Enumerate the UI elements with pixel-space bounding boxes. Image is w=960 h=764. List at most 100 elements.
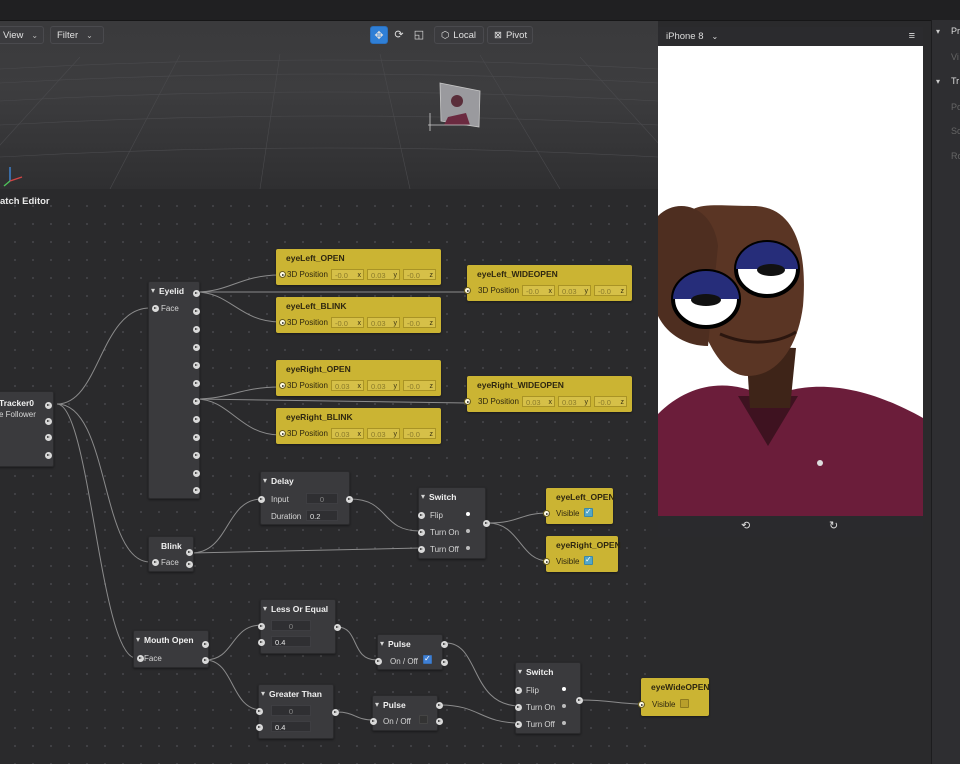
input-port[interactable] <box>279 319 286 326</box>
collapse-triangle-icon[interactable]: ▾ <box>380 639 384 648</box>
z-field[interactable]: -0.0 z <box>403 317 436 328</box>
on-off-checkbox[interactable] <box>423 654 432 664</box>
input-port[interactable] <box>370 718 377 725</box>
input-port[interactable] <box>418 529 425 536</box>
input-port[interactable] <box>152 305 159 312</box>
input-port[interactable] <box>515 687 522 694</box>
eyewideopen-visible-node[interactable]: eyeWideOPEN Visible <box>638 678 710 716</box>
y-field[interactable]: 0.03 y <box>367 317 400 328</box>
input-port[interactable] <box>279 430 286 437</box>
output-port[interactable] <box>193 398 200 405</box>
input-port[interactable] <box>279 382 286 389</box>
output-port[interactable] <box>441 641 448 648</box>
collapse-triangle-icon[interactable]: ▾ <box>136 635 140 644</box>
output-port[interactable] <box>193 308 200 315</box>
x-field[interactable]: -0.0 x <box>331 269 364 280</box>
eyeright-visible-node[interactable]: eyeRight_OPEN Visible <box>543 536 621 572</box>
input-port[interactable] <box>515 704 522 711</box>
on-off-checkbox[interactable] <box>419 715 428 724</box>
output-port[interactable] <box>193 290 200 297</box>
output-port[interactable] <box>576 697 583 704</box>
delay-input-field[interactable]: 0 <box>306 493 338 504</box>
restart-icon[interactable]: ⟲ <box>741 519 750 532</box>
less-or-equal-node[interactable]: ▾ Less Or Equal 0 0.4 <box>258 599 341 654</box>
output-port[interactable] <box>193 434 200 441</box>
output-port[interactable] <box>193 326 200 333</box>
collapse-triangle-icon[interactable]: ▾ <box>263 476 267 485</box>
filter-dropdown[interactable]: Filter ⌄ <box>50 26 104 44</box>
visible-checkbox[interactable] <box>584 507 593 517</box>
output-port[interactable] <box>436 718 443 725</box>
output-port[interactable] <box>193 362 200 369</box>
view-dropdown[interactable]: View ⌄ <box>0 26 44 44</box>
output-port[interactable] <box>193 452 200 459</box>
rotate-tool-icon[interactable]: ⟳ <box>390 26 408 44</box>
collapse-triangle-icon[interactable]: ▾ <box>375 700 379 709</box>
menu-icon[interactable]: ≡ <box>909 30 915 42</box>
operand-a-field[interactable]: 0 <box>271 620 311 631</box>
input-port[interactable] <box>464 398 471 405</box>
input-port[interactable] <box>256 724 263 731</box>
output-port[interactable] <box>483 520 490 527</box>
output-port[interactable] <box>45 452 52 459</box>
z-field[interactable]: -0.0 z <box>403 269 436 280</box>
local-toggle[interactable]: ⬡ Local <box>434 26 484 44</box>
output-port[interactable] <box>193 380 200 387</box>
greater-than-node[interactable]: ▾ Greater Than 0 0.4 <box>256 684 339 739</box>
device-selector[interactable]: iPhone 8 ⌄ <box>666 31 718 42</box>
output-port[interactable] <box>45 418 52 425</box>
collapse-triangle-icon[interactable]: ▾ <box>151 286 155 295</box>
delay-duration-field[interactable]: 0.2 <box>306 510 338 521</box>
x-field[interactable]: -0.0 x <box>522 285 555 296</box>
input-port[interactable] <box>543 510 550 517</box>
visible-checkbox[interactable] <box>680 699 689 708</box>
output-port[interactable] <box>186 561 193 568</box>
output-port[interactable] <box>346 496 353 503</box>
scene-viewport[interactable]: View ⌄ Filter ⌄ ✥ ⟳ ◱ ⬡ Local ⊠ Pivot <box>0 21 658 189</box>
collapse-triangle-icon[interactable]: ▾ <box>263 604 267 613</box>
output-port[interactable] <box>441 659 448 666</box>
y-field[interactable]: 0.03 y <box>367 380 400 391</box>
input-port[interactable] <box>152 559 159 566</box>
eyeright-open-node[interactable]: eyeRight_OPEN 3D Position 0.03 x 0.03 y -0… <box>276 360 441 396</box>
y-field[interactable]: 0.03 y <box>558 285 591 296</box>
input-port[interactable] <box>638 701 645 708</box>
input-port[interactable] <box>543 558 550 565</box>
x-field[interactable]: 0.03 x <box>331 428 364 439</box>
z-field[interactable]: -0.0 z <box>594 396 627 407</box>
output-port[interactable] <box>193 470 200 477</box>
input-port[interactable] <box>515 721 522 728</box>
eyeleft-blink-node[interactable]: eyeLeft_BLINK 3D Position -0.0 x 0.03 y -0… <box>276 297 441 333</box>
input-port[interactable] <box>279 271 286 278</box>
output-port[interactable] <box>436 702 443 709</box>
x-field[interactable]: 0.03 x <box>331 380 364 391</box>
eyeright-blink-node[interactable]: eyeRight_BLINK 3D Position 0.03 x 0.03 y -… <box>276 408 441 444</box>
input-port[interactable] <box>375 658 382 665</box>
eyeleft-open-node[interactable]: eyeLeft_OPEN 3D Position -0.0 x 0.03 y -0.… <box>276 249 441 285</box>
eyeright-wideopen-node[interactable]: eyeRight_WIDEOPEN 3D Position 0.03 x 0.03… <box>464 376 632 412</box>
face-tracker-node[interactable]: Tracker0 e Follower <box>0 391 54 467</box>
pulse-node[interactable]: ▾ Pulse On / Off <box>370 695 443 731</box>
input-port[interactable] <box>258 639 265 646</box>
y-field[interactable]: 0.03 y <box>367 269 400 280</box>
z-field[interactable]: -0.0 z <box>403 380 436 391</box>
pivot-toggle[interactable]: ⊠ Pivot <box>487 26 533 44</box>
output-port[interactable] <box>193 487 200 494</box>
output-port[interactable] <box>45 402 52 409</box>
output-port[interactable] <box>202 641 209 648</box>
output-port[interactable] <box>334 624 341 631</box>
eyeleft-wideopen-node[interactable]: eyeLeft_WIDEOPEN 3D Position -0.0 x 0.03 y… <box>464 265 632 301</box>
input-port[interactable] <box>418 512 425 519</box>
input-port[interactable] <box>258 623 265 630</box>
output-port[interactable] <box>186 549 193 556</box>
input-port[interactable] <box>137 655 144 662</box>
input-port[interactable] <box>464 287 471 294</box>
input-port[interactable] <box>258 496 265 503</box>
operand-b-field[interactable]: 0.4 <box>271 721 311 732</box>
collapse-triangle-icon[interactable]: ▾ <box>936 27 940 36</box>
switch-node[interactable]: ▾ Switch Flip Turn On Turn Off <box>418 487 490 559</box>
x-field[interactable]: 0.03 x <box>522 396 555 407</box>
eyelid-node[interactable]: Eyelid ▾ Face <box>148 281 200 499</box>
output-port[interactable] <box>193 416 200 423</box>
operand-b-field[interactable]: 0.4 <box>271 636 311 647</box>
